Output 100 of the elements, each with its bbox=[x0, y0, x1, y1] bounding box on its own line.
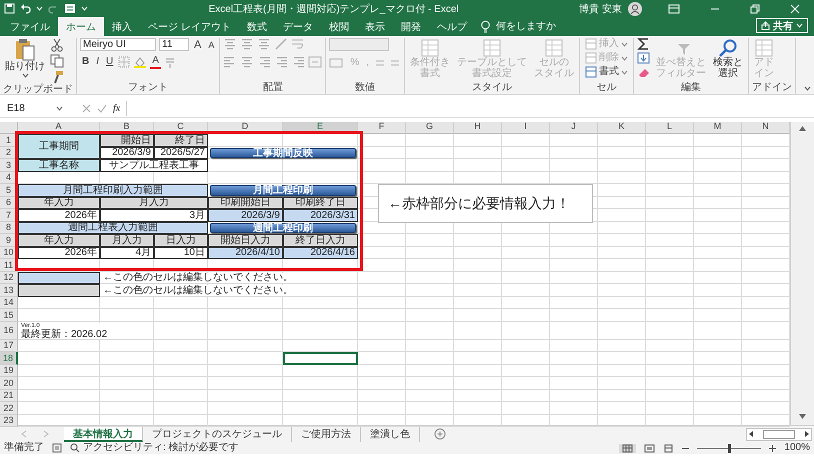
merge-cells-icon[interactable] bbox=[308, 56, 322, 68]
page-layout-icon[interactable] bbox=[644, 444, 656, 452]
column-header[interactable]: M bbox=[694, 122, 742, 134]
form-icon[interactable] bbox=[64, 3, 76, 14]
macro-button[interactable]: 工事期間反映 bbox=[210, 148, 356, 158]
row-header[interactable]: 16 bbox=[0, 322, 18, 340]
restore-icon[interactable] bbox=[750, 4, 760, 14]
underline-button[interactable]: U bbox=[104, 56, 116, 68]
ribbon-tab[interactable]: 数式 bbox=[238, 17, 275, 36]
table-cell: 2026年 bbox=[18, 209, 100, 222]
column-header[interactable]: N bbox=[742, 122, 790, 134]
number-format-field[interactable] bbox=[329, 38, 390, 51]
collapse-ribbon-icon[interactable] bbox=[804, 86, 811, 91]
tell-me-field[interactable]: 何をしますか bbox=[494, 20, 578, 33]
ribbon-tab[interactable]: ページ レイアウト bbox=[140, 17, 239, 36]
name-box[interactable]: E18 bbox=[4, 101, 66, 116]
eraser-icon[interactable] bbox=[637, 66, 652, 78]
macro-button[interactable]: 週間工程印刷 bbox=[210, 222, 356, 233]
caret-icon[interactable] bbox=[22, 72, 28, 78]
phonetic-icon[interactable] bbox=[164, 56, 176, 68]
table-cell: サンプル工程表工事 bbox=[100, 159, 208, 172]
ribbon-tab[interactable]: 開発 bbox=[392, 17, 429, 36]
select-all-button[interactable] bbox=[0, 122, 18, 134]
row-header[interactable]: 17 bbox=[0, 340, 18, 352]
row-header[interactable]: 13 bbox=[0, 284, 18, 296]
selected-cell[interactable] bbox=[283, 352, 358, 364]
font-name-field[interactable]: Meiryo UI bbox=[80, 38, 156, 51]
row-header[interactable]: 20 bbox=[0, 377, 18, 390]
zoom-level[interactable]: 100% bbox=[784, 442, 810, 454]
font-color-button[interactable]: A bbox=[150, 55, 161, 69]
customize-caret-icon[interactable] bbox=[81, 6, 88, 11]
scroll-up-icon[interactable] bbox=[798, 124, 807, 132]
horizontal-scrollbar[interactable] bbox=[746, 428, 812, 440]
ribbon-tab[interactable]: ファイル bbox=[2, 17, 58, 36]
ribbon-tab[interactable]: データ bbox=[274, 17, 321, 36]
caret-icon[interactable] bbox=[621, 70, 628, 74]
undo-icon[interactable] bbox=[20, 3, 31, 14]
close-icon[interactable] bbox=[790, 4, 800, 14]
save-icon[interactable] bbox=[4, 3, 15, 14]
column-header[interactable]: I bbox=[502, 122, 550, 134]
row-header[interactable]: 23 bbox=[0, 414, 18, 427]
fill-down-icon[interactable] bbox=[637, 52, 652, 64]
ribbon-tab[interactable]: 校閲 bbox=[320, 17, 357, 36]
accessibility-status[interactable]: アクセシビリティ: 検討が必要です bbox=[70, 442, 239, 454]
lightbulb-icon[interactable] bbox=[480, 20, 490, 33]
copy-icon[interactable] bbox=[50, 54, 64, 68]
column-header[interactable]: G bbox=[406, 122, 454, 134]
table-cell: 開始日 bbox=[100, 134, 154, 146]
bold-button[interactable]: B bbox=[80, 56, 92, 68]
ribbon-tab[interactable]: ヘルプ bbox=[428, 17, 475, 36]
macro-record-icon[interactable] bbox=[52, 443, 62, 453]
paste-button[interactable]: 貼り付け bbox=[3, 38, 47, 78]
zoom-slider[interactable] bbox=[728, 444, 732, 452]
ribbon-display-icon[interactable] bbox=[668, 4, 680, 14]
row-header[interactable]: 12 bbox=[0, 272, 18, 284]
zoom-in-icon[interactable] bbox=[769, 444, 776, 452]
cells-menu-button[interactable]: 書式 bbox=[583, 66, 630, 78]
ribbon-tab[interactable]: 表示 bbox=[356, 17, 393, 36]
macro-button[interactable]: 月間工程印刷 bbox=[210, 185, 356, 196]
share-button[interactable]: 共有 bbox=[756, 18, 808, 33]
column-header[interactable]: K bbox=[598, 122, 646, 134]
scroll-right-icon[interactable] bbox=[803, 430, 811, 438]
insert-function-button[interactable]: fx bbox=[113, 103, 120, 114]
scroll-down-icon[interactable] bbox=[798, 413, 807, 421]
table-cell: 10日 bbox=[154, 246, 208, 259]
page-break-icon[interactable] bbox=[663, 444, 674, 452]
normal-view-icon[interactable] bbox=[622, 444, 634, 452]
column-header[interactable]: H bbox=[454, 122, 502, 134]
table-cell: 年入力 bbox=[18, 196, 100, 209]
ribbon-tab[interactable]: ホーム bbox=[58, 17, 104, 36]
table-rows-icon bbox=[585, 52, 598, 64]
caret-icon[interactable] bbox=[56, 106, 63, 111]
group-label: 配置 bbox=[262, 82, 284, 94]
fill-color-icon[interactable] bbox=[133, 56, 148, 68]
row-header[interactable]: 19 bbox=[0, 364, 18, 377]
avatar-icon[interactable] bbox=[628, 2, 642, 16]
font-size-field[interactable]: 11 bbox=[159, 38, 189, 51]
scissors-icon[interactable] bbox=[50, 38, 64, 52]
row-header[interactable]: 21 bbox=[0, 390, 18, 402]
sheet-tab[interactable]: 基本情報入力 bbox=[64, 426, 143, 442]
ribbon-tab[interactable]: 挿入 bbox=[104, 17, 140, 36]
row-header[interactable]: 15 bbox=[0, 309, 18, 322]
column-header[interactable]: J bbox=[550, 122, 598, 134]
row-header[interactable]: 22 bbox=[0, 402, 18, 414]
find-select-button[interactable]: 検索と 選択 bbox=[711, 38, 746, 79]
group-label: 編集 bbox=[680, 82, 702, 94]
add-sheet-icon[interactable] bbox=[434, 428, 446, 440]
scroll-left-icon[interactable] bbox=[747, 430, 755, 438]
grow-font-button[interactable]: A bbox=[192, 38, 204, 50]
group-label: クリップボード bbox=[3, 84, 73, 96]
row-header[interactable]: 18 bbox=[0, 352, 18, 364]
italic-button[interactable]: I bbox=[94, 56, 102, 68]
column-header[interactable]: L bbox=[646, 122, 694, 134]
shrink-font-button[interactable]: A bbox=[206, 38, 216, 50]
table-cell: 開始日入力 bbox=[208, 234, 283, 246]
table-cell: 印刷終了日 bbox=[283, 196, 358, 209]
table-cell: 印刷開始日 bbox=[208, 196, 283, 209]
borders-icon[interactable] bbox=[118, 56, 130, 68]
row-header[interactable]: 14 bbox=[0, 296, 18, 309]
column-header[interactable]: F bbox=[358, 122, 406, 134]
